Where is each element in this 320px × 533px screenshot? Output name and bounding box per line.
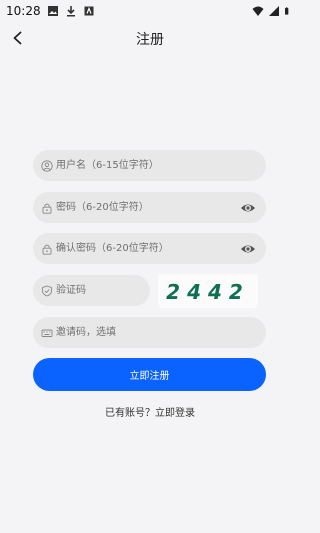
captcha-code-graphic: 2442	[166, 280, 250, 304]
password-field[interactable]	[33, 192, 266, 223]
login-link[interactable]: 已有账号？立即登录	[0, 404, 300, 419]
eye-icon[interactable]	[240, 241, 256, 257]
keyboard-icon	[41, 329, 53, 337]
password-input[interactable]	[56, 192, 240, 223]
app-icon	[84, 6, 94, 16]
captcha-field[interactable]	[33, 275, 150, 306]
invite-code-field[interactable]	[33, 317, 266, 348]
shield-icon	[42, 285, 52, 296]
image-icon	[47, 6, 58, 16]
status-bar: 10:28	[0, 0, 300, 22]
captcha-code: 2442	[166, 280, 250, 304]
status-time: 10:28	[6, 4, 41, 18]
confirm-password-input[interactable]	[56, 233, 240, 264]
user-icon	[41, 159, 53, 172]
download-icon	[66, 6, 75, 17]
captcha-image[interactable]: 2442	[158, 274, 258, 308]
invite-code-input[interactable]	[56, 317, 266, 348]
lock-icon	[42, 244, 52, 255]
header: 注册	[0, 22, 300, 56]
eye-icon[interactable]	[240, 200, 256, 216]
username-input[interactable]	[56, 150, 266, 181]
confirm-password-field[interactable]	[33, 233, 266, 264]
status-right	[252, 5, 300, 17]
username-field[interactable]	[33, 150, 266, 181]
lock-icon	[42, 203, 52, 214]
page-title: 注册	[136, 32, 164, 48]
battery-icon	[285, 7, 289, 15]
signal-icon	[269, 6, 279, 16]
status-left: 10:28	[0, 4, 95, 18]
wifi-icon	[252, 6, 264, 16]
register-button[interactable]: 立即注册	[33, 358, 266, 391]
captcha-input[interactable]	[56, 275, 150, 306]
